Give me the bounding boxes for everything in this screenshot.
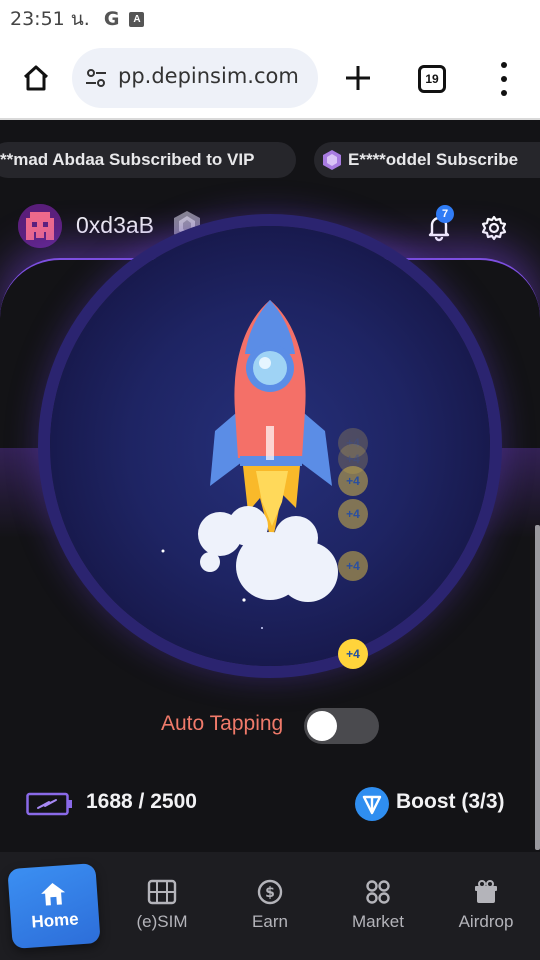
- dollar-coin-icon: $: [257, 879, 283, 905]
- ticker-text: **mad Abdaa Subscribed to VIP: [0, 150, 255, 169]
- status-bar: 23:51 น. G A: [0, 0, 540, 38]
- nav-label: Earn: [252, 912, 288, 931]
- nav-esim[interactable]: (e)SIM: [108, 852, 216, 960]
- browser-menu-button[interactable]: [492, 62, 516, 96]
- nav-earn[interactable]: $ Earn: [216, 852, 324, 960]
- toggle-knob: [307, 711, 337, 741]
- svg-text:$: $: [265, 885, 275, 901]
- energy-count: 1688 / 2500: [86, 790, 197, 813]
- nav-label: Airdrop: [458, 912, 514, 931]
- url-text[interactable]: pp.depinsim.com: [118, 64, 299, 88]
- dot-icon: [501, 76, 507, 82]
- ticker-item: E****oddel Subscribe: [314, 142, 540, 178]
- browser-toolbar: pp.depinsim.com 19: [0, 38, 540, 120]
- plus-icon: [346, 66, 370, 90]
- notification-badge: 7: [436, 205, 454, 223]
- nav-market[interactable]: Market: [324, 852, 432, 960]
- status-time: 23:51 น.: [10, 8, 90, 30]
- tap-bonus-bubble: +4: [338, 499, 368, 529]
- ticker-item: **mad Abdaa Subscribed to VIP: [0, 142, 296, 178]
- nav-label: (e)SIM: [136, 912, 188, 931]
- gift-icon: [475, 880, 497, 903]
- nav-label: Market: [352, 912, 404, 931]
- google-g-icon: G: [103, 8, 120, 30]
- rocket-icon: [161, 300, 338, 629]
- dot-icon: [501, 62, 507, 68]
- auto-tapping-label: Auto Tapping: [161, 712, 284, 735]
- scrollbar[interactable]: [535, 525, 540, 850]
- tap-bonus-bubble: +4: [338, 551, 368, 581]
- home-icon: [41, 883, 66, 906]
- grid-icon: [366, 880, 390, 904]
- url-bar[interactable]: pp.depinsim.com: [72, 48, 318, 108]
- nav-airdrop[interactable]: Airdrop: [432, 852, 540, 960]
- a-box-icon: A: [129, 11, 145, 27]
- tap-bonus-bubble: +4: [338, 466, 368, 496]
- bottom-nav: Home (e)SIM $ Earn Market Airdrop: [0, 852, 540, 960]
- new-tab-button[interactable]: [340, 60, 376, 96]
- tap-bonus-bubble: +4: [338, 639, 368, 669]
- auto-tapping-toggle[interactable]: [304, 708, 379, 744]
- tap-area[interactable]: [50, 226, 490, 666]
- nav-home[interactable]: Home: [7, 863, 101, 949]
- gem-icon: [323, 150, 341, 170]
- dot-icon: [501, 90, 507, 96]
- nav-label: Home: [30, 909, 80, 932]
- tab-switcher-button[interactable]: 19: [418, 65, 446, 93]
- site-settings-icon[interactable]: [84, 66, 108, 90]
- boost-icon[interactable]: [354, 786, 390, 822]
- boost-button[interactable]: Boost (3/3): [396, 790, 505, 814]
- subscription-ticker: **mad Abdaa Subscribed to VIP E****oddel…: [0, 140, 540, 182]
- battery-bolt-icon: [26, 792, 72, 816]
- home-icon: [23, 65, 49, 91]
- browser-home-button[interactable]: [18, 60, 54, 96]
- sim-card-icon: [147, 879, 177, 905]
- ticker-text: E****oddel Subscribe: [348, 150, 519, 169]
